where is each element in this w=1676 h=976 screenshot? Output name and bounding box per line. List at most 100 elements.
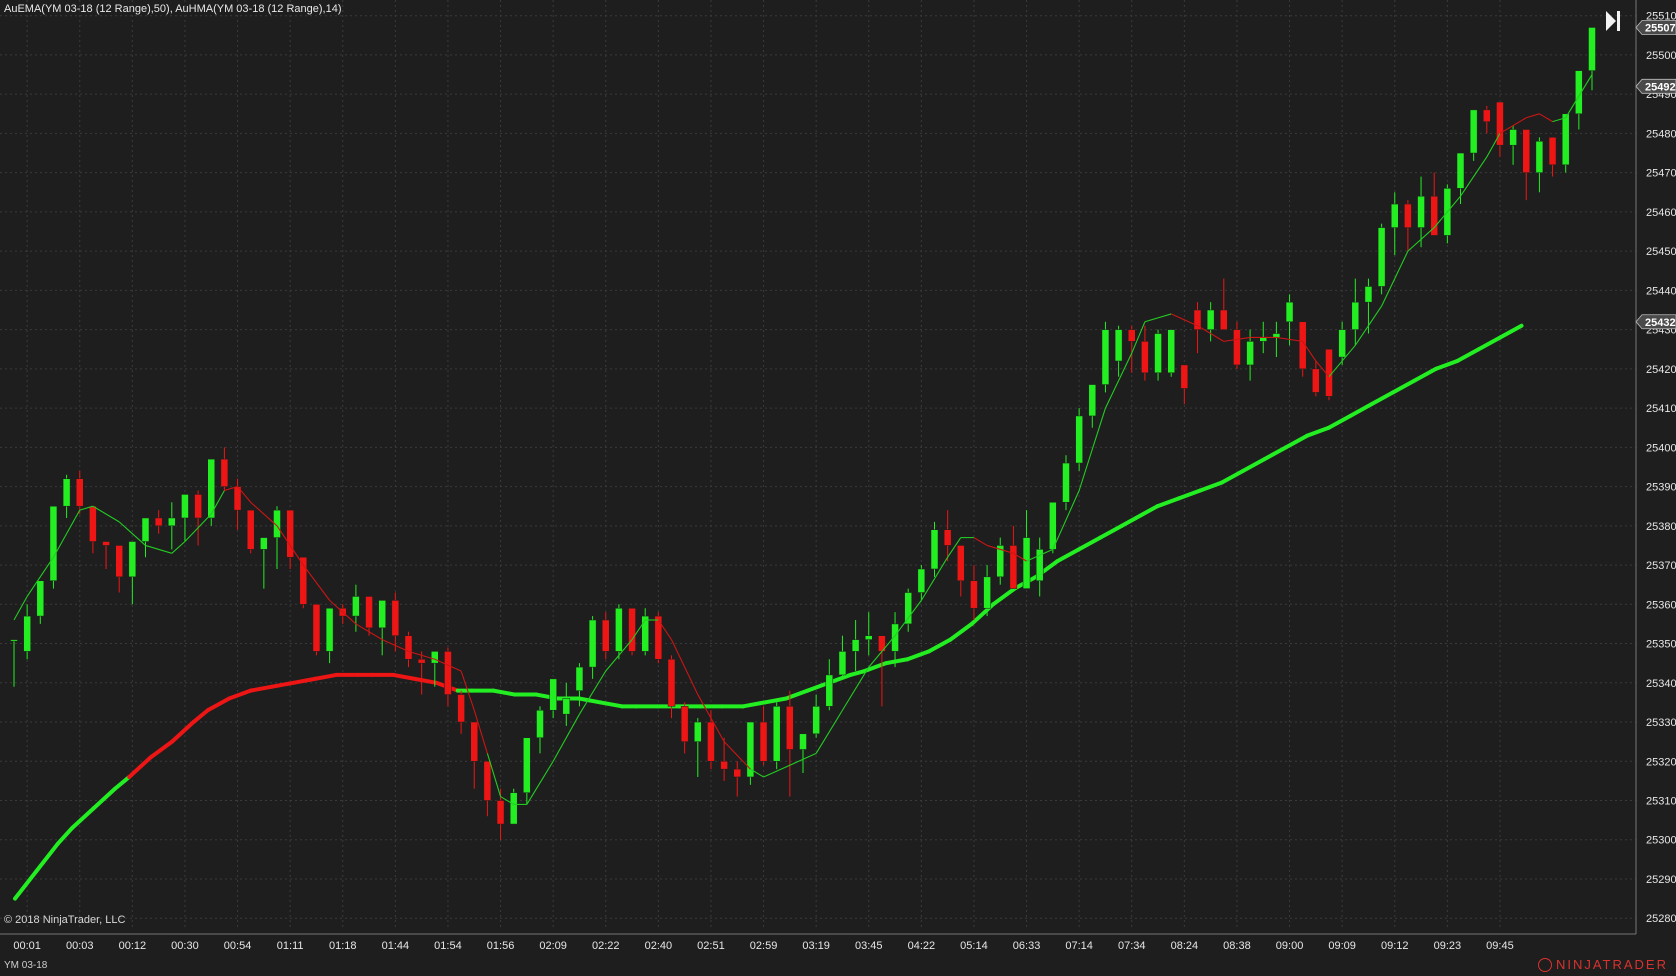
candle-body [378, 600, 386, 629]
candle-body [733, 768, 741, 778]
ema-segment [1305, 425, 1331, 438]
candle-body [1377, 227, 1386, 287]
candle-body [799, 733, 807, 750]
candle-body [1062, 462, 1070, 503]
ema-segment [170, 720, 196, 744]
candle-body [220, 458, 229, 487]
x-tick-label: 09:45 [1486, 940, 1514, 952]
y-tick-label: 25410 [1646, 403, 1676, 415]
candle-body [1548, 137, 1557, 166]
ema-segment [1219, 468, 1246, 485]
y-tick-label: 25450 [1646, 246, 1676, 258]
candle-body [851, 639, 860, 652]
candle-body [246, 509, 255, 550]
y-tick-label: 25440 [1646, 285, 1676, 297]
candle-body [957, 545, 965, 582]
hma-segment [671, 639, 699, 695]
x-tick-label: 09:00 [1276, 940, 1304, 952]
x-tick-label: 09:12 [1381, 940, 1409, 952]
candle-body [457, 694, 465, 723]
x-tick-label: 03:45 [855, 940, 883, 952]
candle-body [23, 615, 31, 652]
candle-body [168, 517, 176, 527]
y-tick-label: 25390 [1646, 482, 1676, 494]
candle-body [76, 478, 84, 507]
candle-body [1259, 337, 1267, 342]
ema-segment [577, 696, 603, 705]
x-tick-label: 01:11 [277, 940, 304, 952]
y-tick-label: 25460 [1646, 207, 1676, 219]
copyright-text: © 2018 NinjaTrader, LLC [4, 914, 126, 926]
ema-segment [13, 869, 39, 901]
candle-body [417, 658, 426, 664]
ema-segment [1119, 515, 1138, 528]
candle-body [496, 800, 505, 825]
ema-segment [862, 661, 889, 674]
candle-body [1154, 333, 1162, 374]
candle-body [312, 604, 321, 652]
ema-segment [905, 649, 931, 662]
x-tick-label: 07:14 [1065, 940, 1093, 952]
ema-segment [1241, 457, 1267, 473]
ema-segment [191, 708, 210, 725]
price-chart[interactable]: 25280 25290 25300 25310 25320 25330 25340 25350… [0, 0, 1676, 976]
candle-body [667, 658, 676, 707]
candle-body [812, 706, 820, 735]
ema-segment [1262, 445, 1288, 462]
brand-text: NINJATRADER [1555, 957, 1668, 972]
ema-50-line [13, 323, 1524, 901]
candle-body [825, 674, 834, 707]
candle-body [89, 505, 97, 542]
ema-segment [34, 841, 60, 874]
x-tick-label: 07:34 [1118, 940, 1146, 952]
x-tick-label: 01:56 [487, 940, 515, 952]
hma-14-line [13, 74, 1593, 805]
candle-body [431, 651, 439, 664]
x-tick-label: 08:24 [1171, 940, 1199, 952]
candle-body [49, 505, 58, 582]
x-tick-label: 06:33 [1013, 940, 1041, 952]
candle-body [1128, 329, 1136, 342]
candle-body [1509, 129, 1517, 146]
candlestick-series [10, 27, 1596, 840]
hma-segment [145, 544, 172, 554]
candle-body [707, 721, 715, 762]
y-tick-label: 25480 [1646, 128, 1676, 140]
candle-body [549, 678, 557, 711]
x-tick-label: 08:38 [1223, 940, 1251, 952]
candle-body [1101, 329, 1110, 385]
candle-body [1338, 329, 1346, 358]
candle-body [943, 529, 952, 546]
price-tag-label: 25432 [1645, 317, 1676, 329]
candle-body [352, 596, 360, 617]
candle-body [325, 607, 334, 652]
hma-segment [526, 760, 554, 805]
ema-segment [1433, 359, 1460, 371]
y-tick-label: 25500 [1646, 50, 1676, 62]
ema-segment [391, 672, 417, 681]
navigate-end-button[interactable] [1603, 9, 1623, 33]
ema-segment [848, 669, 867, 677]
candle-body [654, 615, 663, 660]
x-tick-label: 04:22 [908, 940, 936, 952]
x-tick-label: 05:14 [960, 940, 988, 952]
candle-body [1483, 109, 1491, 122]
x-tick-label: 01:54 [434, 940, 462, 952]
y-tick-label: 25300 [1646, 835, 1676, 847]
candle-body [141, 517, 150, 542]
ema-segment [1455, 347, 1481, 364]
ema-segment [1176, 488, 1203, 501]
ema-segment [741, 700, 767, 709]
ema-segment [1498, 323, 1524, 340]
candle-body [1114, 329, 1123, 362]
ema-segment [762, 696, 789, 705]
skip-to-end-icon [1606, 11, 1620, 31]
candle-body [1180, 364, 1189, 389]
candle-body [562, 698, 571, 715]
candle-body [1233, 329, 1241, 366]
x-tick-label: 02:09 [539, 940, 567, 952]
ema-segment [1198, 480, 1224, 493]
x-tick-label: 09:09 [1328, 940, 1356, 952]
candle-body [181, 494, 189, 519]
candle-body [1312, 368, 1320, 393]
